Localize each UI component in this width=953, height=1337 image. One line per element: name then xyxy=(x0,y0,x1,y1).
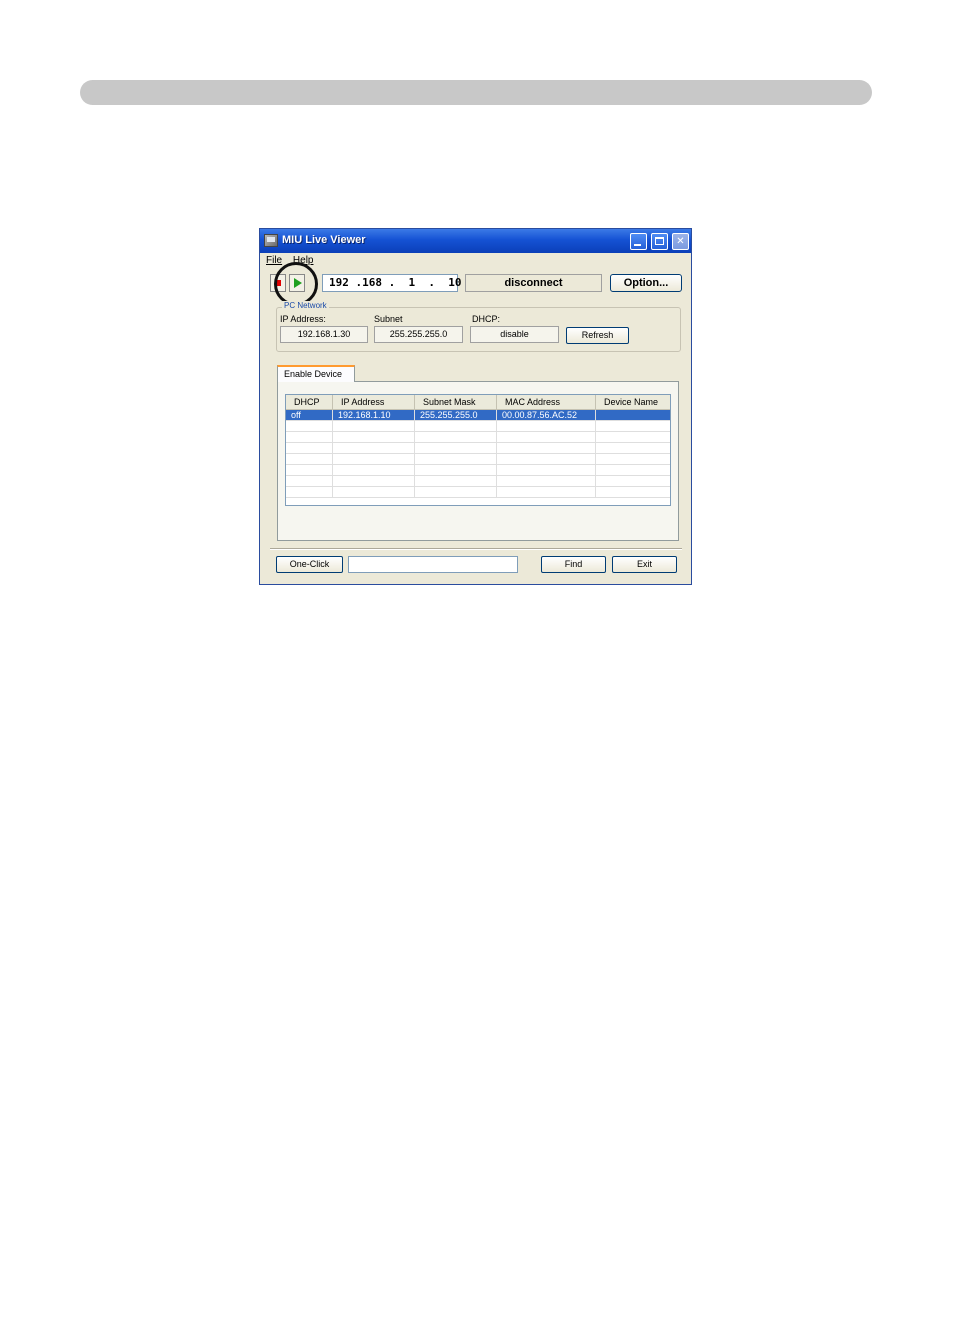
menu-file[interactable]: File xyxy=(266,255,282,266)
close-button[interactable]: ✕ xyxy=(672,233,689,250)
table-row-empty[interactable] xyxy=(286,432,670,443)
pc-subnet-field: 255.255.255.0 xyxy=(374,326,463,343)
cell-empty xyxy=(497,443,596,454)
cell-empty xyxy=(497,432,596,443)
cell-empty xyxy=(415,476,497,487)
cell-empty xyxy=(333,454,415,465)
cell-empty xyxy=(333,443,415,454)
minimize-button[interactable] xyxy=(630,233,647,250)
cell-device-name xyxy=(596,410,670,421)
app-icon xyxy=(264,234,278,247)
find-button[interactable]: Find xyxy=(541,556,606,573)
cell-empty xyxy=(286,476,333,487)
cell-empty xyxy=(415,432,497,443)
table-row-empty[interactable] xyxy=(286,476,670,487)
window-title: MIU Live Viewer xyxy=(282,234,366,246)
cell-empty xyxy=(497,487,596,498)
highlight-circle xyxy=(274,262,318,306)
table-row-empty[interactable] xyxy=(286,443,670,454)
cell-empty xyxy=(286,465,333,476)
cell-empty xyxy=(286,432,333,443)
table-row-empty[interactable] xyxy=(286,454,670,465)
ip-address-input[interactable]: 192 .168 . 1 . 10 xyxy=(322,274,461,292)
one-click-button[interactable]: One-Click xyxy=(276,556,343,573)
cell-empty xyxy=(286,421,333,432)
cell-empty xyxy=(333,487,415,498)
tab-enable-device[interactable]: Enable Device xyxy=(277,365,355,382)
subnet-label: Subnet xyxy=(374,314,403,324)
ip-address-label: IP Address: xyxy=(280,314,326,324)
status-field[interactable] xyxy=(348,556,518,573)
cell-empty xyxy=(333,421,415,432)
dhcp-label: DHCP: xyxy=(472,314,501,324)
maximize-button[interactable] xyxy=(651,233,668,250)
cell-empty xyxy=(415,487,497,498)
pc-ip-address-field: 192.168.1.30 xyxy=(280,326,368,343)
page-header-bar xyxy=(80,80,872,105)
cell-dhcp: off xyxy=(286,410,333,421)
pc-dhcp-field: disable xyxy=(470,326,559,343)
table-row[interactable]: off 192.168.1.10 255.255.255.0 00.00.87.… xyxy=(286,410,670,421)
connection-status: disconnect xyxy=(465,274,602,292)
cell-ip-address: 192.168.1.10 xyxy=(333,410,415,421)
refresh-button[interactable]: Refresh xyxy=(566,327,629,344)
cell-empty xyxy=(415,454,497,465)
column-header-device-name[interactable]: Device Name xyxy=(596,395,670,409)
miu-live-viewer-window: MIU Live Viewer ✕ File Help 192 .168 . 1… xyxy=(259,228,692,585)
cell-empty xyxy=(497,476,596,487)
cell-empty xyxy=(286,454,333,465)
device-table: DHCP IP Address Subnet Mask MAC Address … xyxy=(285,394,671,506)
table-row-empty[interactable] xyxy=(286,465,670,476)
table-row-empty[interactable] xyxy=(286,487,670,498)
cell-empty xyxy=(415,465,497,476)
column-header-subnet-mask[interactable]: Subnet Mask xyxy=(415,395,497,409)
pc-network-legend: PC Network xyxy=(282,301,329,310)
cell-empty xyxy=(497,454,596,465)
title-bar[interactable]: MIU Live Viewer ✕ xyxy=(260,229,691,253)
bottom-separator xyxy=(270,548,682,550)
cell-empty xyxy=(415,421,497,432)
column-header-dhcp[interactable]: DHCP xyxy=(286,395,333,409)
cell-empty xyxy=(333,432,415,443)
cell-empty xyxy=(497,465,596,476)
cell-empty xyxy=(333,465,415,476)
cell-empty xyxy=(286,487,333,498)
column-header-ip-address[interactable]: IP Address xyxy=(333,395,415,409)
cell-empty xyxy=(415,443,497,454)
table-row-empty[interactable] xyxy=(286,421,670,432)
column-header-mac-address[interactable]: MAC Address xyxy=(497,395,596,409)
cell-empty xyxy=(333,476,415,487)
cell-empty xyxy=(286,443,333,454)
option-button[interactable]: Option... xyxy=(610,274,682,292)
cell-empty xyxy=(497,421,596,432)
cell-subnet-mask: 255.255.255.0 xyxy=(415,410,497,421)
device-table-header: DHCP IP Address Subnet Mask MAC Address … xyxy=(286,395,670,410)
exit-button[interactable]: Exit xyxy=(612,556,677,573)
cell-mac-address: 00.00.87.56.AC.52 xyxy=(497,410,596,421)
